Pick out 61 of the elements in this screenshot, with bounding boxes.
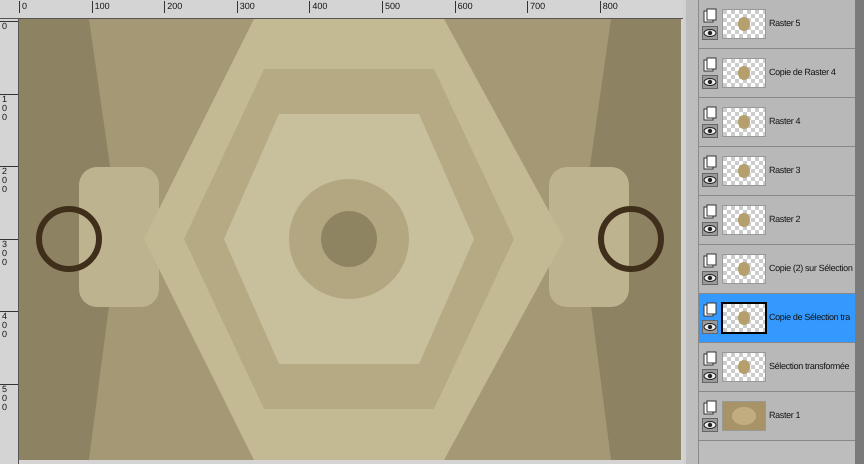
eye-icon[interactable] xyxy=(702,222,718,236)
layer-thumbnail[interactable] xyxy=(723,59,765,87)
ruler-label: 200 xyxy=(167,1,182,11)
eye-icon[interactable] xyxy=(702,124,718,138)
ruler-label: 500 xyxy=(384,1,400,11)
layer-type-icon[interactable] xyxy=(702,155,718,170)
layer-name: Raster 2 xyxy=(769,213,800,226)
layer-name: Copie de Raster 4 xyxy=(769,66,836,80)
ruler-label: 800 xyxy=(602,1,618,11)
layer-thumbnail[interactable] xyxy=(723,353,765,381)
layer-row[interactable]: Copie (2) sur Sélection xyxy=(699,245,855,294)
layer-type-icon[interactable] xyxy=(702,8,718,23)
layer-type-icon[interactable] xyxy=(702,351,718,366)
eye-icon[interactable] xyxy=(702,75,718,89)
layer-thumbnail[interactable] xyxy=(723,10,765,38)
eye-icon[interactable] xyxy=(702,271,718,285)
eye-icon[interactable] xyxy=(702,26,718,40)
ruler-label: 600 xyxy=(458,1,473,11)
eye-icon[interactable] xyxy=(702,369,718,383)
layer-thumbnail[interactable] xyxy=(723,157,765,185)
layer-row[interactable]: Raster 2 xyxy=(699,196,855,245)
layer-type-icon[interactable] xyxy=(702,204,718,219)
scrollbar[interactable] xyxy=(855,0,864,464)
layer-type-icon[interactable] xyxy=(702,302,718,317)
layer-name: Raster 3 xyxy=(769,164,800,178)
eye-icon[interactable] xyxy=(702,173,718,187)
ruler-label: 100 xyxy=(2,94,7,122)
ruler-label: 200 xyxy=(2,167,7,194)
layer-row[interactable]: Raster 5 xyxy=(699,0,855,49)
ruler-label: 300 xyxy=(2,240,7,267)
ruler-label: 400 xyxy=(312,1,328,11)
layer-type-icon[interactable] xyxy=(702,57,718,72)
layer-type-icon[interactable] xyxy=(702,253,718,268)
layer-thumbnail[interactable] xyxy=(723,206,765,234)
ruler-label: 500 xyxy=(2,384,7,412)
layer-thumbnail[interactable] xyxy=(723,402,765,430)
ruler-label: 0 xyxy=(2,22,7,31)
layer-type-icon[interactable] xyxy=(702,400,718,415)
layer-thumbnail[interactable] xyxy=(723,108,765,136)
eye-icon[interactable] xyxy=(702,418,718,432)
ruler-label: 100 xyxy=(94,1,110,11)
layer-name: Copie (2) sur Sélection xyxy=(769,262,852,276)
ruler-label: 400 xyxy=(2,312,7,340)
ruler-label: 300 xyxy=(240,1,255,11)
layer-row[interactable]: Copie de Raster 4 xyxy=(699,49,855,98)
layer-row[interactable]: Raster 3 xyxy=(699,147,855,196)
layer-row[interactable]: Sélection transformée xyxy=(699,343,855,392)
layer-row[interactable]: Raster 4 xyxy=(699,98,855,147)
layer-thumbnail[interactable] xyxy=(723,255,765,283)
layer-thumbnail[interactable] xyxy=(723,304,765,332)
layer-row[interactable]: Raster 1 xyxy=(699,392,855,441)
eye-icon[interactable] xyxy=(702,320,718,334)
layer-name: Sélection transformée xyxy=(769,360,850,374)
layer-name: Copie de Sélection tra xyxy=(769,311,850,324)
layer-name: Raster 1 xyxy=(769,409,800,422)
layer-name: Raster 5 xyxy=(769,17,800,30)
layer-row[interactable]: Copie de Sélection tra xyxy=(699,294,855,343)
ruler-label: 0 xyxy=(22,1,28,11)
ruler-label: 700 xyxy=(530,1,546,11)
layer-type-icon[interactable] xyxy=(702,106,718,121)
layer-name: Raster 4 xyxy=(769,115,800,128)
